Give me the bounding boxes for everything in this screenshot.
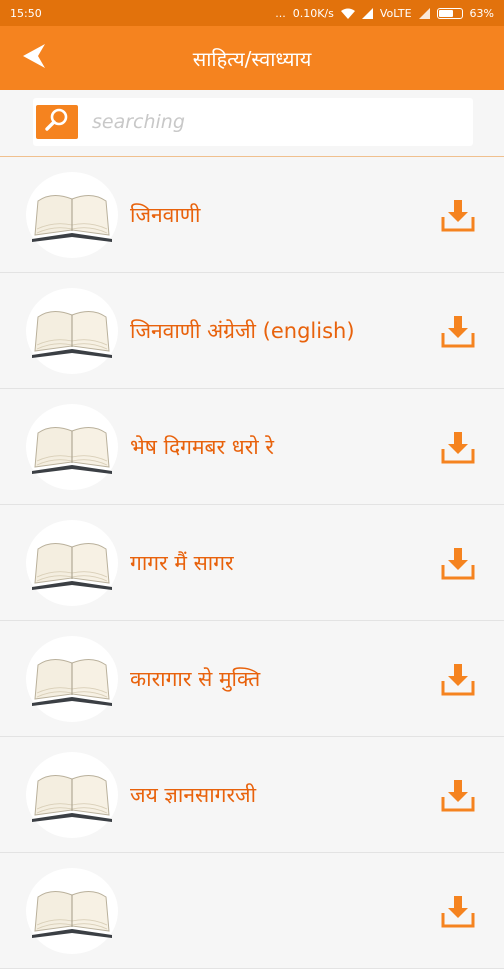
open-book-icon	[32, 658, 112, 706]
open-book-icon	[32, 890, 112, 938]
item-label: भेष दिगमबर धरो रे	[130, 434, 275, 459]
status-indicators: ... 0.10K/s VoLTE 63%	[275, 7, 494, 20]
download-button[interactable]	[438, 543, 478, 583]
download-button[interactable]	[438, 891, 478, 931]
download-icon	[441, 315, 475, 347]
battery-icon	[436, 7, 463, 19]
download-icon	[441, 431, 475, 463]
search-box	[33, 98, 473, 146]
list-item-5[interactable]: कारागार से मुक्ति	[0, 621, 504, 737]
book-thumbnail	[26, 751, 118, 838]
item-label: जिनवाणी अंग्रेजी (english)	[130, 318, 355, 343]
signal-icon	[361, 7, 373, 19]
open-book-icon	[32, 774, 112, 822]
download-button[interactable]	[438, 195, 478, 235]
search-button[interactable]	[36, 105, 78, 139]
volte-label: VoLTE	[379, 6, 412, 20]
download-button[interactable]	[438, 775, 478, 815]
item-label: गागर मैं सागर	[130, 550, 234, 575]
network-speed: 0.10K/s	[292, 6, 334, 20]
search-icon	[44, 107, 70, 137]
app-bar: साहित्य/स्वाध्याय	[0, 26, 504, 90]
book-thumbnail	[26, 171, 118, 258]
search-area	[0, 90, 504, 157]
item-label: कारागार से मुक्ति	[130, 666, 261, 691]
book-thumbnail	[26, 403, 118, 490]
list-item-1[interactable]: जिनवाणी	[0, 157, 504, 273]
item-label: जिनवाणी	[130, 202, 201, 227]
status-time: 15:50	[10, 6, 42, 20]
book-thumbnail	[26, 635, 118, 722]
status-dots: ...	[275, 6, 286, 20]
signal-icon-2	[418, 7, 430, 19]
page-title: साहित्य/स्वाध्याय	[192, 46, 312, 71]
download-button[interactable]	[438, 427, 478, 467]
item-label: जय ज्ञानसागरजी	[130, 782, 257, 807]
open-book-icon	[32, 426, 112, 474]
arrow-left-icon	[21, 42, 47, 74]
back-button[interactable]	[16, 40, 52, 76]
open-book-icon	[32, 542, 112, 590]
download-icon	[441, 895, 475, 927]
book-thumbnail	[26, 867, 118, 954]
list-item-3[interactable]: भेष दिगमबर धरो रे	[0, 389, 504, 505]
download-button[interactable]	[438, 311, 478, 351]
wifi-icon	[340, 8, 355, 19]
list-item-7[interactable]	[0, 853, 504, 969]
status-bar: 15:50 ... 0.10K/s VoLTE 63%	[0, 0, 504, 26]
book-thumbnail	[26, 287, 118, 374]
open-book-icon	[32, 310, 112, 358]
search-input[interactable]	[90, 110, 454, 134]
battery-percent: 63%	[469, 6, 494, 20]
list-item-6[interactable]: जय ज्ञानसागरजी	[0, 737, 504, 853]
book-list: जिनवाणी जिनवाणी अंग्रेजी (english) भेष द…	[0, 157, 504, 969]
list-item-4[interactable]: गागर मैं सागर	[0, 505, 504, 621]
download-button[interactable]	[438, 659, 478, 699]
download-icon	[441, 663, 475, 695]
download-icon	[441, 199, 475, 231]
open-book-icon	[32, 194, 112, 242]
book-thumbnail	[26, 519, 118, 606]
list-item-2[interactable]: जिनवाणी अंग्रेजी (english)	[0, 273, 504, 389]
download-icon	[441, 547, 475, 579]
download-icon	[441, 779, 475, 811]
